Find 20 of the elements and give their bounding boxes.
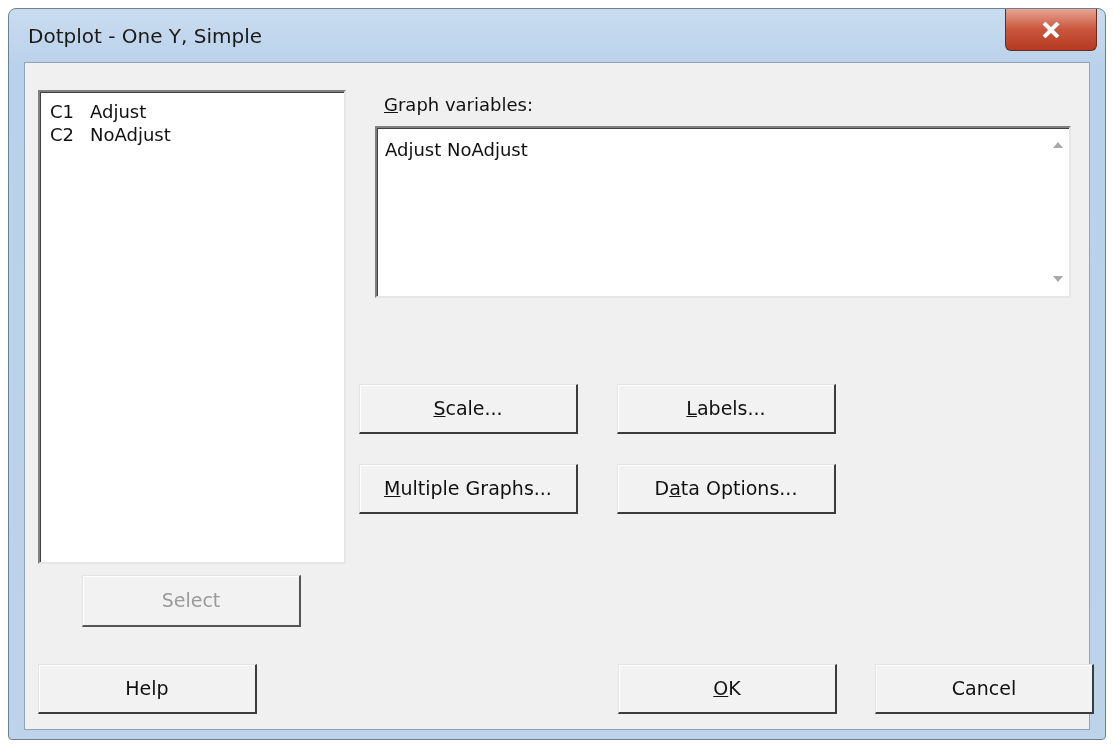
option-button[interactable]: Labels...	[617, 384, 836, 434]
field-value: Adjust NoAdjust	[385, 139, 528, 160]
option-button[interactable]: Data Options...	[617, 464, 836, 514]
close-button[interactable]	[1005, 9, 1097, 51]
field-label: Graph variables:	[384, 94, 533, 115]
variable-list[interactable]: C1 Adjust C2 NoAdjust	[38, 90, 346, 564]
dialog-button[interactable]: Help	[38, 664, 257, 714]
window-title: Dotplot - One Y, Simple	[28, 22, 263, 50]
dialog-button[interactable]: Cancel	[875, 664, 1094, 714]
option-button[interactable]: Scale...	[359, 384, 578, 434]
scroll-up-icon	[1053, 142, 1063, 148]
variable-name: Adjust	[90, 100, 147, 123]
column-id: C2	[50, 123, 76, 146]
scroll-down-icon	[1053, 276, 1063, 282]
dialog-button[interactable]: OK	[618, 664, 837, 714]
graph-variables-field[interactable]: Adjust NoAdjust	[375, 126, 1071, 298]
close-icon	[1042, 21, 1060, 38]
variable-name: NoAdjust	[90, 123, 171, 146]
column-id: C1	[50, 100, 76, 123]
option-button[interactable]: Multiple Graphs...	[359, 464, 578, 514]
